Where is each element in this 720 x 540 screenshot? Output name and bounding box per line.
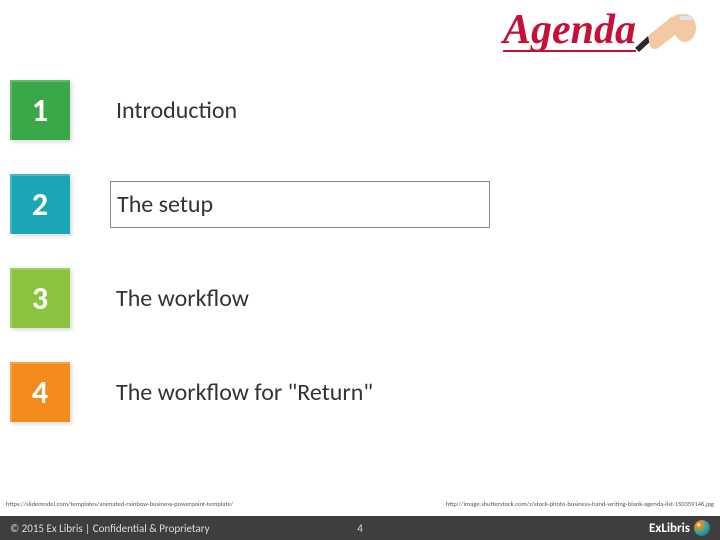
exlibris-logo: ExLibris [649, 520, 710, 536]
footer-source-links: https://slidemodel.com/templates/animate… [6, 500, 714, 508]
source-link-right: http://image.shutterstock.com/z/stock-ph… [446, 500, 714, 508]
hand-writing-icon [630, 8, 700, 56]
agenda-item: 3 The workflow [0, 268, 720, 328]
source-link-left: https://slidemodel.com/templates/animate… [6, 500, 233, 508]
agenda-list: 1 Introduction 2 The setup 3 The workflo… [0, 80, 720, 456]
copyright-text: © 2015 Ex Libris | Confidential & Propri… [10, 522, 649, 535]
page-number: 4 [357, 522, 363, 535]
agenda-item: 2 The setup [0, 174, 720, 234]
footer-bar: © 2015 Ex Libris | Confidential & Propri… [0, 516, 720, 540]
item-label: The workflow [110, 276, 255, 321]
number-badge-4: 4 [10, 362, 70, 422]
logo-text: ExLibris [649, 521, 690, 536]
agenda-item: 1 Introduction [0, 80, 720, 140]
number-badge-2: 2 [10, 174, 70, 234]
agenda-item: 4 The workflow for "Return" [0, 362, 720, 422]
item-label: The workflow for "Return" [110, 370, 379, 415]
logo-globe-icon [694, 520, 710, 536]
item-label-highlighted: The setup [110, 181, 490, 228]
item-label: Introduction [110, 88, 243, 133]
number-badge-3: 3 [10, 268, 70, 328]
agenda-title: Agenda [503, 12, 636, 52]
number-badge-1: 1 [10, 80, 70, 140]
agenda-header: Agenda [503, 8, 700, 56]
